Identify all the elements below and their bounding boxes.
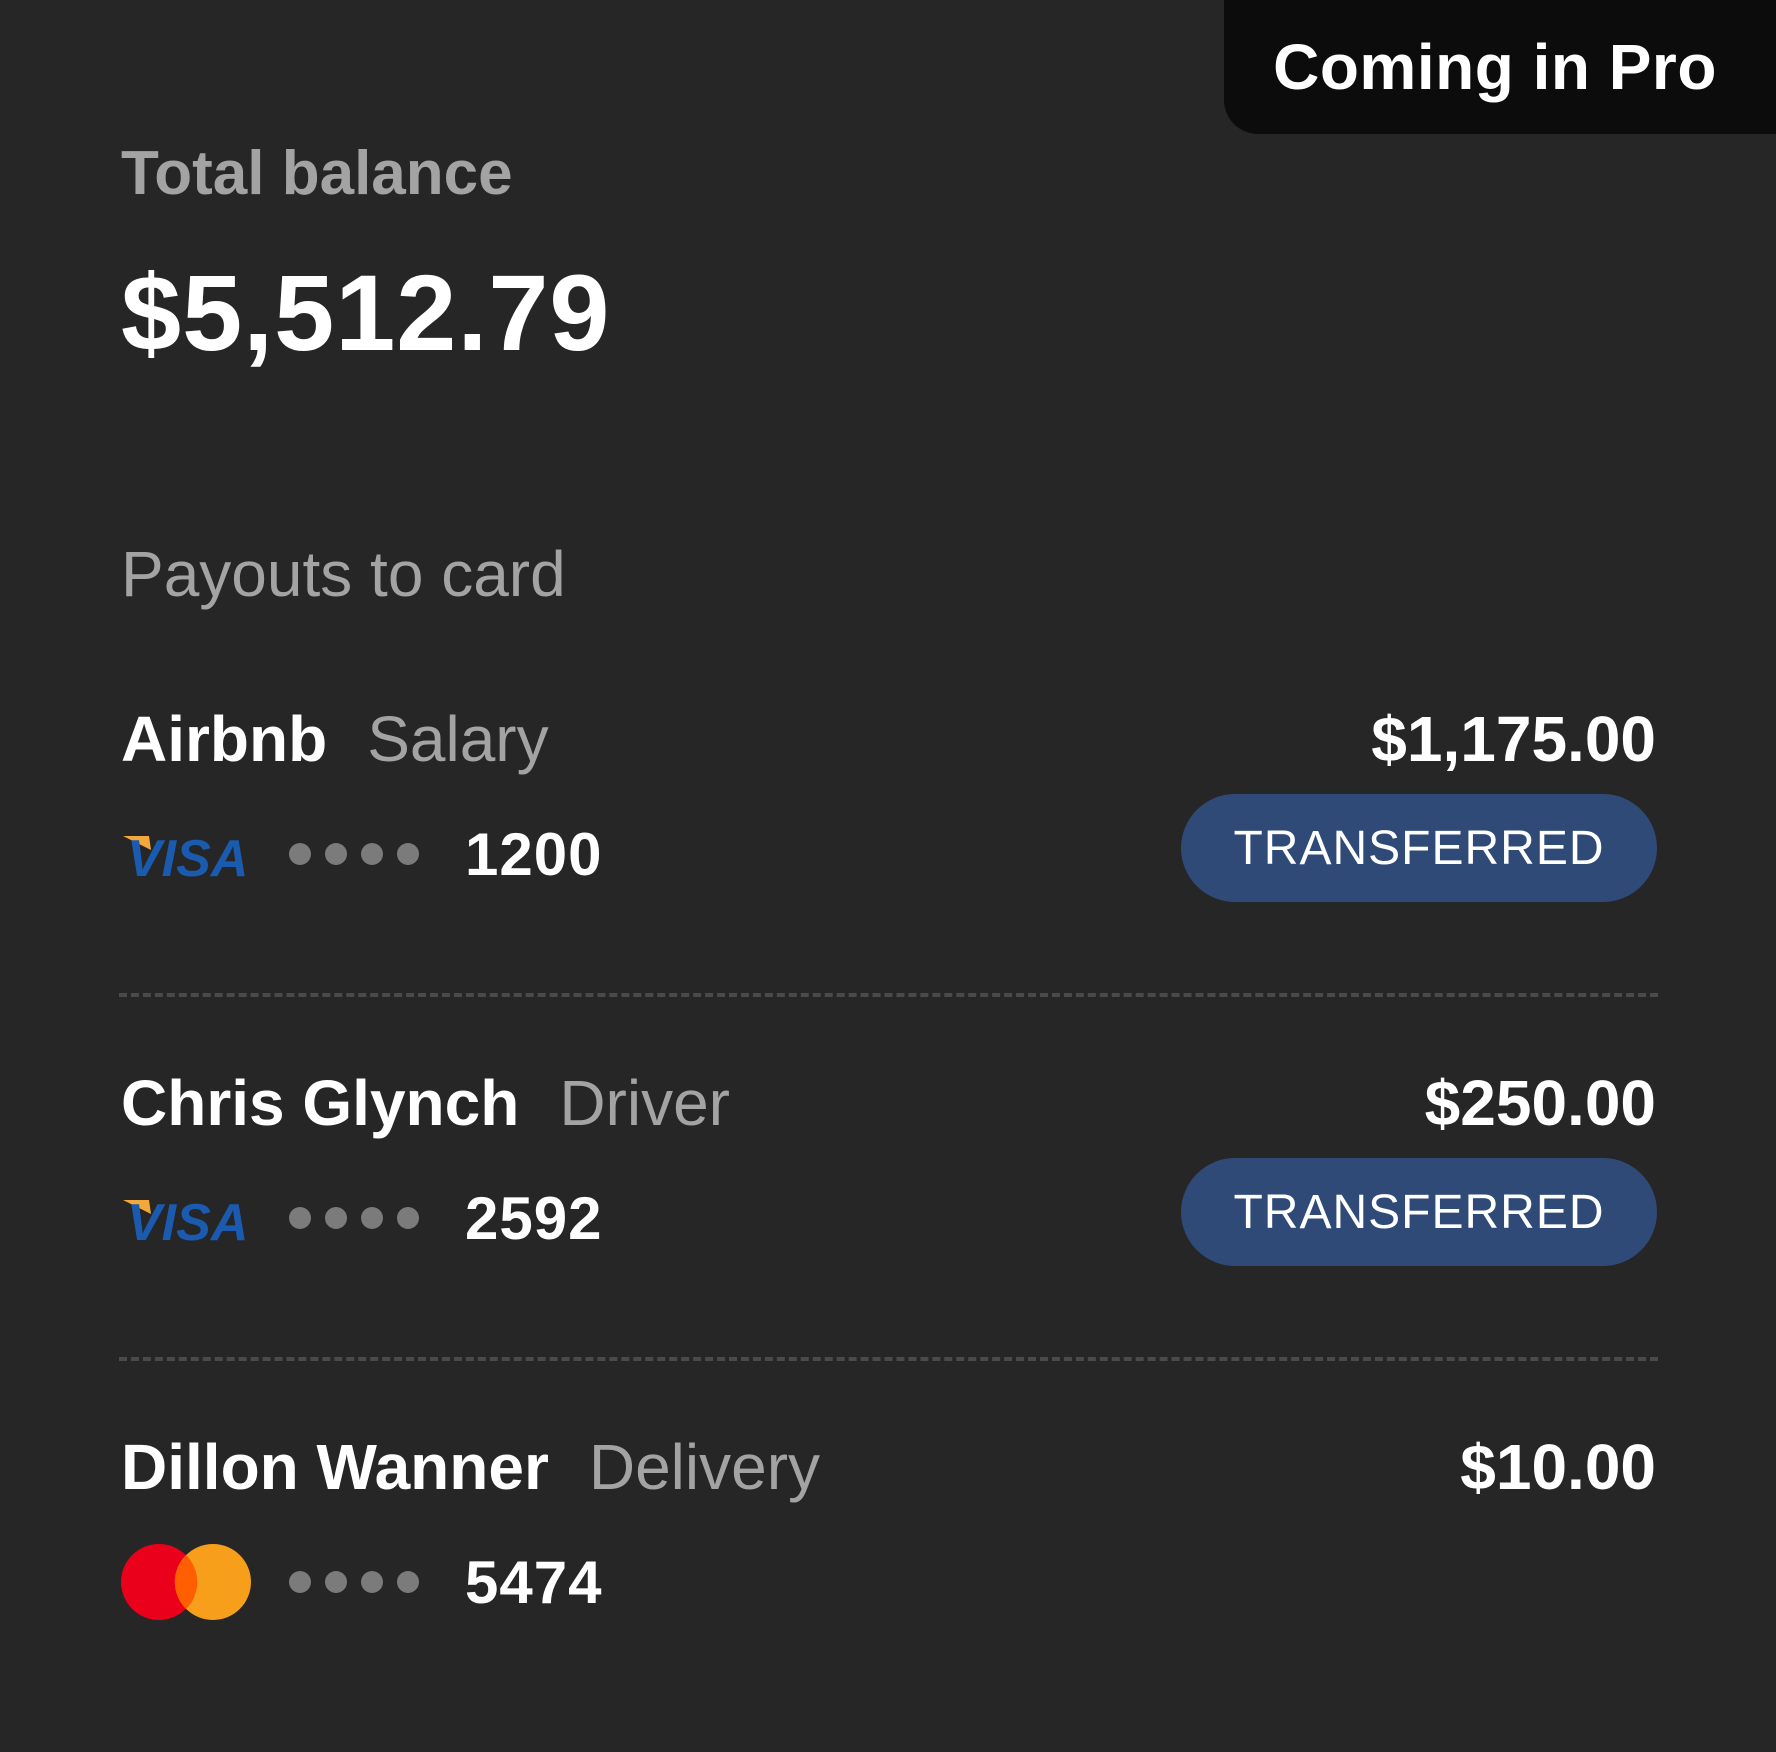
payout-name-line: Dillon Wanner Delivery (121, 1430, 820, 1504)
card-mask-dots (289, 1207, 433, 1229)
card-mask-dots (289, 843, 433, 865)
card-last4: 2592 (465, 1184, 603, 1252)
payout-name-line: Chris Glynch Driver (121, 1066, 730, 1140)
visa-wordmark: VISA (127, 830, 248, 882)
payee-role: Delivery (588, 1431, 820, 1503)
payout-amount: $250.00 (1424, 1067, 1656, 1139)
payout-amount: $10.00 (1460, 1431, 1656, 1503)
status-badge: TRANSFERRED (1181, 1158, 1657, 1266)
status-label: TRANSFERRED (1233, 1185, 1605, 1239)
visa-icon: VISA (123, 830, 248, 882)
payee-name: Airbnb (121, 703, 328, 775)
payee-name: Chris Glynch (121, 1067, 520, 1139)
payout-row[interactable]: Dillon Wanner Delivery $10.00 5474 (121, 1430, 1656, 1650)
card-mask-dots (289, 1571, 433, 1593)
card-info: 5474 (121, 1542, 602, 1622)
mastercard-icon (121, 1544, 251, 1620)
payee-name: Dillon Wanner (121, 1431, 549, 1503)
payout-row[interactable]: Airbnb Salary $1,175.00 VISA 1200 TRANSFE… (121, 702, 1657, 922)
payout-amount: $1,175.00 (1371, 703, 1656, 775)
row-divider (119, 993, 1658, 997)
payout-row[interactable]: Chris Glynch Driver $250.00 VISA 2592 TRA… (121, 1066, 1657, 1286)
visa-icon: VISA (123, 1194, 248, 1246)
status-badge: TRANSFERRED (1181, 794, 1657, 902)
payout-name-line: Airbnb Salary (121, 702, 549, 776)
coming-in-pro-banner: Coming in Pro (1224, 0, 1776, 134)
card-info: VISA 2592 (121, 1178, 602, 1258)
card-last4: 1200 (465, 820, 603, 888)
payouts-section-title: Payouts to card (121, 538, 566, 610)
status-label: TRANSFERRED (1233, 821, 1605, 875)
payee-role: Driver (559, 1067, 730, 1139)
total-balance-value: $5,512.79 (121, 252, 611, 373)
total-balance-label: Total balance (121, 139, 513, 208)
visa-wordmark: VISA (127, 1194, 248, 1246)
coming-in-pro-label: Coming in Pro (1273, 31, 1717, 103)
card-info: VISA 1200 (121, 814, 602, 894)
row-divider (119, 1357, 1658, 1361)
card-last4: 5474 (465, 1548, 603, 1616)
payee-role: Salary (367, 703, 549, 775)
